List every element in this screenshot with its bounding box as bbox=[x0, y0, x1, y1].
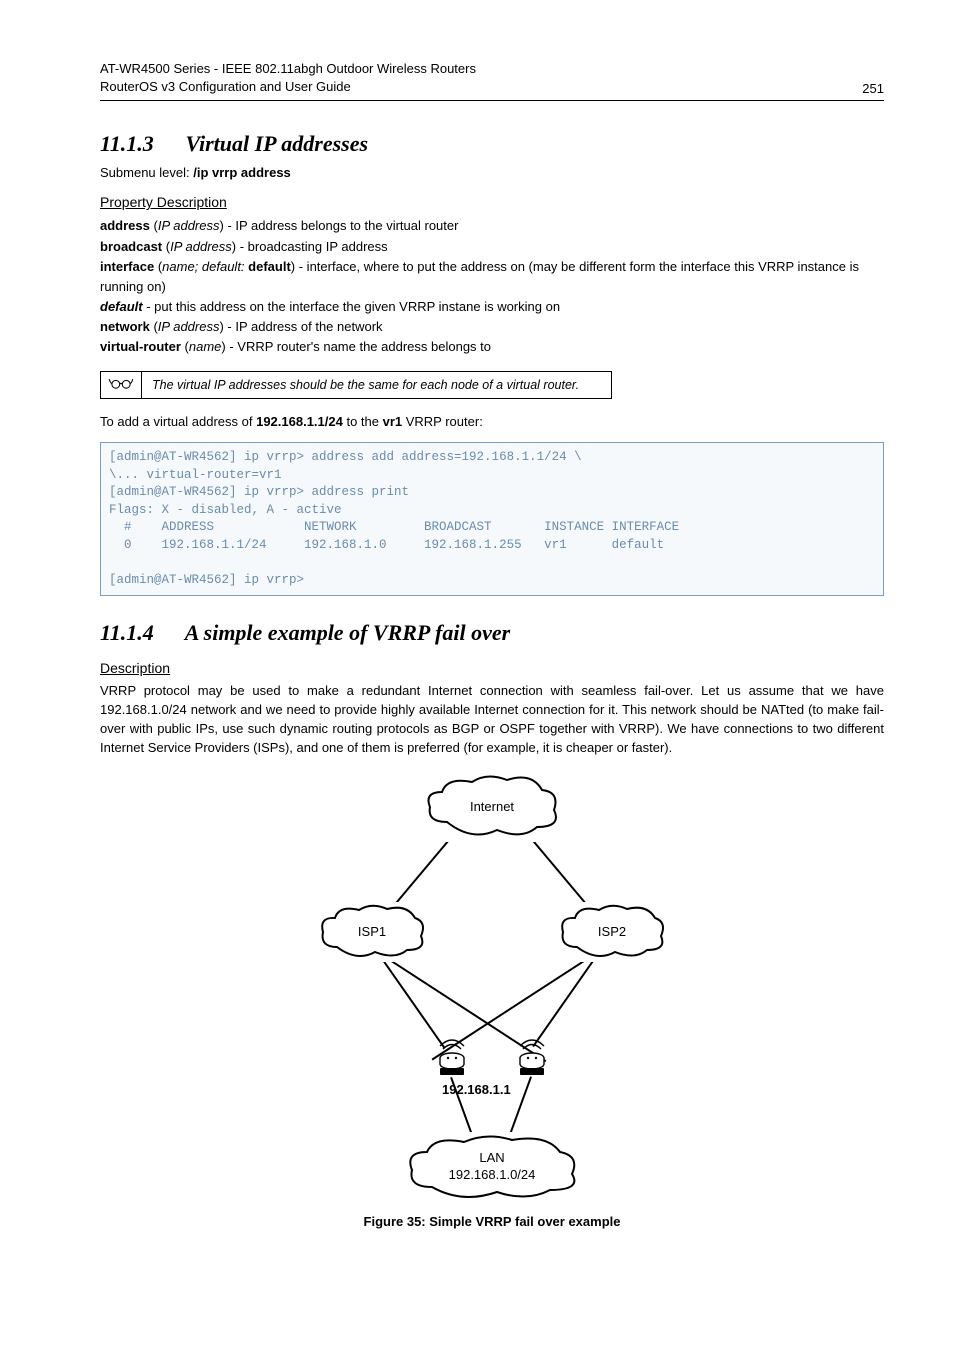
note-box: The virtual IP addresses should be the s… bbox=[100, 371, 612, 399]
section-1114-title: A simple example of VRRP fail over bbox=[185, 620, 511, 645]
link-internet-isp1 bbox=[391, 830, 457, 908]
prop-broadcast: broadcast (IP address) - broadcasting IP… bbox=[100, 237, 884, 257]
figure-caption: Figure 35: Simple VRRP fail over example bbox=[100, 1214, 884, 1229]
cloud-lan: LAN 192.168.1.0/24 bbox=[402, 1132, 582, 1202]
cloud-isp1-label: ISP1 bbox=[358, 924, 386, 939]
header-line2: RouterOS v3 Configuration and User Guide bbox=[100, 78, 476, 96]
router-device-2 bbox=[512, 1032, 552, 1076]
submenu-prefix: Submenu level: bbox=[100, 165, 193, 180]
prop-address: address (IP address) - IP address belong… bbox=[100, 216, 884, 236]
cloud-isp1: ISP1 bbox=[317, 902, 427, 962]
prop-virtual-router: virtual-router (name) - VRRP router's na… bbox=[100, 337, 884, 357]
cloud-internet: Internet bbox=[422, 772, 562, 842]
cloud-isp2-label: ISP2 bbox=[598, 924, 626, 939]
cloud-lan-net: 192.168.1.0/24 bbox=[449, 1167, 536, 1184]
section-1114-heading: 11.1.4 A simple example of VRRP fail ove… bbox=[100, 620, 884, 646]
glasses-icon bbox=[101, 372, 142, 398]
section-1114-number: 11.1.4 bbox=[100, 620, 180, 646]
submenu-cmd: /ip vrrp address bbox=[193, 165, 291, 180]
vrrp-address-label: 192.168.1.1 bbox=[442, 1082, 511, 1097]
prop-interface: interface (name; default: default) - int… bbox=[100, 257, 884, 297]
cloud-internet-label: Internet bbox=[470, 799, 514, 814]
header-title: AT-WR4500 Series - IEEE 802.11abgh Outdo… bbox=[100, 60, 476, 96]
page-number: 251 bbox=[862, 81, 884, 96]
router-device-1 bbox=[432, 1032, 472, 1076]
page-header: AT-WR4500 Series - IEEE 802.11abgh Outdo… bbox=[100, 60, 884, 101]
prop-network: network (IP address) - IP address of the… bbox=[100, 317, 884, 337]
header-line1: AT-WR4500 Series - IEEE 802.11abgh Outdo… bbox=[100, 60, 476, 78]
cloud-lan-label: LAN bbox=[449, 1150, 536, 1167]
description-heading: Description bbox=[100, 660, 884, 676]
example-intro: To add a virtual address of 192.168.1.1/… bbox=[100, 413, 884, 432]
cloud-isp2: ISP2 bbox=[557, 902, 667, 962]
code-block: [admin@AT-WR4562] ip vrrp> address add a… bbox=[100, 442, 884, 596]
submenu-level: Submenu level: /ip vrrp address bbox=[100, 165, 884, 180]
section-1113-number: 11.1.3 bbox=[100, 131, 180, 157]
section-1113-heading: 11.1.3 Virtual IP addresses bbox=[100, 131, 884, 157]
note-text: The virtual IP addresses should be the s… bbox=[142, 372, 589, 398]
property-description-heading: Property Description bbox=[100, 194, 884, 210]
section-1113-title: Virtual IP addresses bbox=[186, 131, 369, 156]
diagram: Internet ISP1 ISP2 bbox=[100, 772, 884, 1202]
link-internet-isp2 bbox=[525, 832, 591, 910]
prop-default: default - put this address on the interf… bbox=[100, 297, 884, 317]
property-list: address (IP address) - IP address belong… bbox=[100, 216, 884, 357]
description-body: VRRP protocol may be used to make a redu… bbox=[100, 682, 884, 757]
